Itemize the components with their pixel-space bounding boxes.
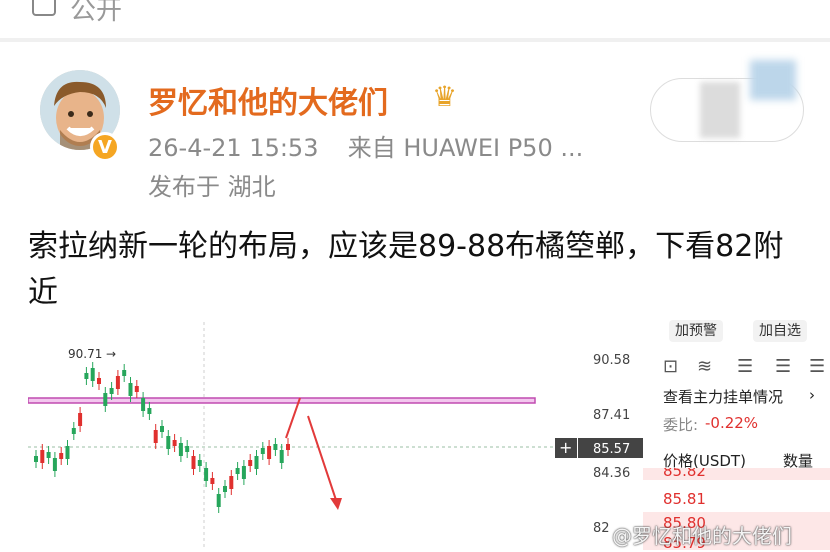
- post-text: 索拉纳新一轮的布局，应该是89-88布橘箜郸，下看82附近: [28, 229, 784, 310]
- candle-body: [153, 430, 158, 443]
- tool-icon[interactable]: ⊡: [663, 356, 678, 377]
- axis-label: 87.41: [593, 408, 630, 423]
- candle-body: [134, 386, 139, 392]
- verified-badge-icon: V: [90, 132, 120, 162]
- candle-body: [141, 398, 146, 411]
- add-watchlist-button[interactable]: 加自选: [753, 320, 807, 342]
- username[interactable]: 罗忆和他的大佬们: [148, 78, 388, 122]
- svg-text:+: +: [559, 438, 572, 457]
- candle-body: [122, 370, 127, 376]
- crown-icon: ♛: [432, 80, 458, 113]
- candle-body: [279, 450, 284, 463]
- candle-body: [197, 460, 202, 466]
- candle-body: [254, 456, 259, 469]
- axis-label: 84.36: [593, 466, 630, 481]
- candle-body: [235, 468, 240, 474]
- candle-body: [229, 476, 234, 489]
- section-divider: [0, 38, 830, 42]
- post-timestamp: 26-4-21 15:53: [148, 134, 319, 162]
- candle-body: [191, 456, 196, 469]
- candle-body: [128, 383, 133, 396]
- candle-body: [71, 428, 76, 434]
- candle-body: [59, 453, 64, 459]
- candle-body: [46, 452, 51, 458]
- candle-body: [65, 446, 70, 459]
- candle-body: [147, 408, 152, 414]
- watermark: @罗忆和他的大佬们: [612, 524, 792, 548]
- blurred-region: [750, 60, 796, 100]
- candle-body: [103, 393, 108, 406]
- candle-body: [178, 443, 183, 456]
- candle-body: [172, 440, 177, 446]
- ratio-value: -0.22%: [705, 414, 759, 432]
- candle-body: [78, 413, 83, 426]
- candle-body: [273, 444, 278, 450]
- candle-body: [166, 436, 171, 449]
- price-chart: 90.71 → 90.58 87.41 84.36 82 + 85.57: [28, 318, 643, 550]
- candle-body: [160, 426, 164, 432]
- tool-icon[interactable]: ≋: [697, 356, 712, 377]
- high-label: 90.71: [68, 347, 102, 361]
- post-source: 来自 HUAWEI P50 ...: [347, 134, 584, 162]
- current-price-tag: 85.57: [593, 442, 630, 457]
- candle-body: [115, 376, 120, 389]
- candle-body: [52, 458, 57, 471]
- candle-body: [204, 468, 209, 481]
- visibility-checkbox[interactable]: [32, 0, 56, 16]
- orderbook-price: 85.82: [663, 468, 706, 480]
- candle-body: [97, 378, 101, 384]
- blurred-region: [700, 82, 740, 138]
- candle-body: [216, 494, 221, 507]
- tool-icon[interactable]: ☰: [809, 356, 825, 377]
- candle-body: [210, 478, 215, 484]
- candle-body: [248, 460, 253, 466]
- candle-body: [40, 450, 45, 463]
- tool-icon[interactable]: ☰: [737, 356, 753, 377]
- visibility-label: 公开: [70, 0, 123, 26]
- candle-body: [223, 486, 227, 492]
- tool-icon[interactable]: ☰: [775, 356, 791, 377]
- candle-body: [84, 373, 89, 379]
- chevron-right-icon[interactable]: ›: [809, 386, 815, 404]
- candle-body: [267, 446, 272, 459]
- axis-label: 82: [593, 521, 610, 536]
- candle-body: [286, 444, 290, 450]
- candle-body: [90, 368, 95, 381]
- axis-label: 90.58: [593, 353, 630, 368]
- order-panel: 加预警 加自选 ⊡ ≋ ☰ ☰ ☰ 查看主力挂单情况 › 委比: -0.22% …: [643, 318, 830, 552]
- candle-body: [260, 448, 265, 454]
- post-location: 发布于 湖北: [148, 173, 276, 201]
- candle-body: [241, 466, 246, 479]
- candle-body: [109, 388, 114, 394]
- add-alert-button[interactable]: 加预警: [669, 320, 723, 342]
- svg-text:→: →: [106, 347, 116, 361]
- visibility-bar: 公开: [0, 0, 830, 26]
- orderbook-price: 85.81: [663, 490, 706, 508]
- main-force-link[interactable]: 查看主力挂单情况: [663, 386, 783, 407]
- post-meta: 26-4-21 15:53 来自 HUAWEI P50 ...: [148, 128, 583, 163]
- candle-body: [34, 456, 38, 462]
- candle-body: [185, 446, 190, 452]
- ratio-label: 委比:: [663, 416, 699, 434]
